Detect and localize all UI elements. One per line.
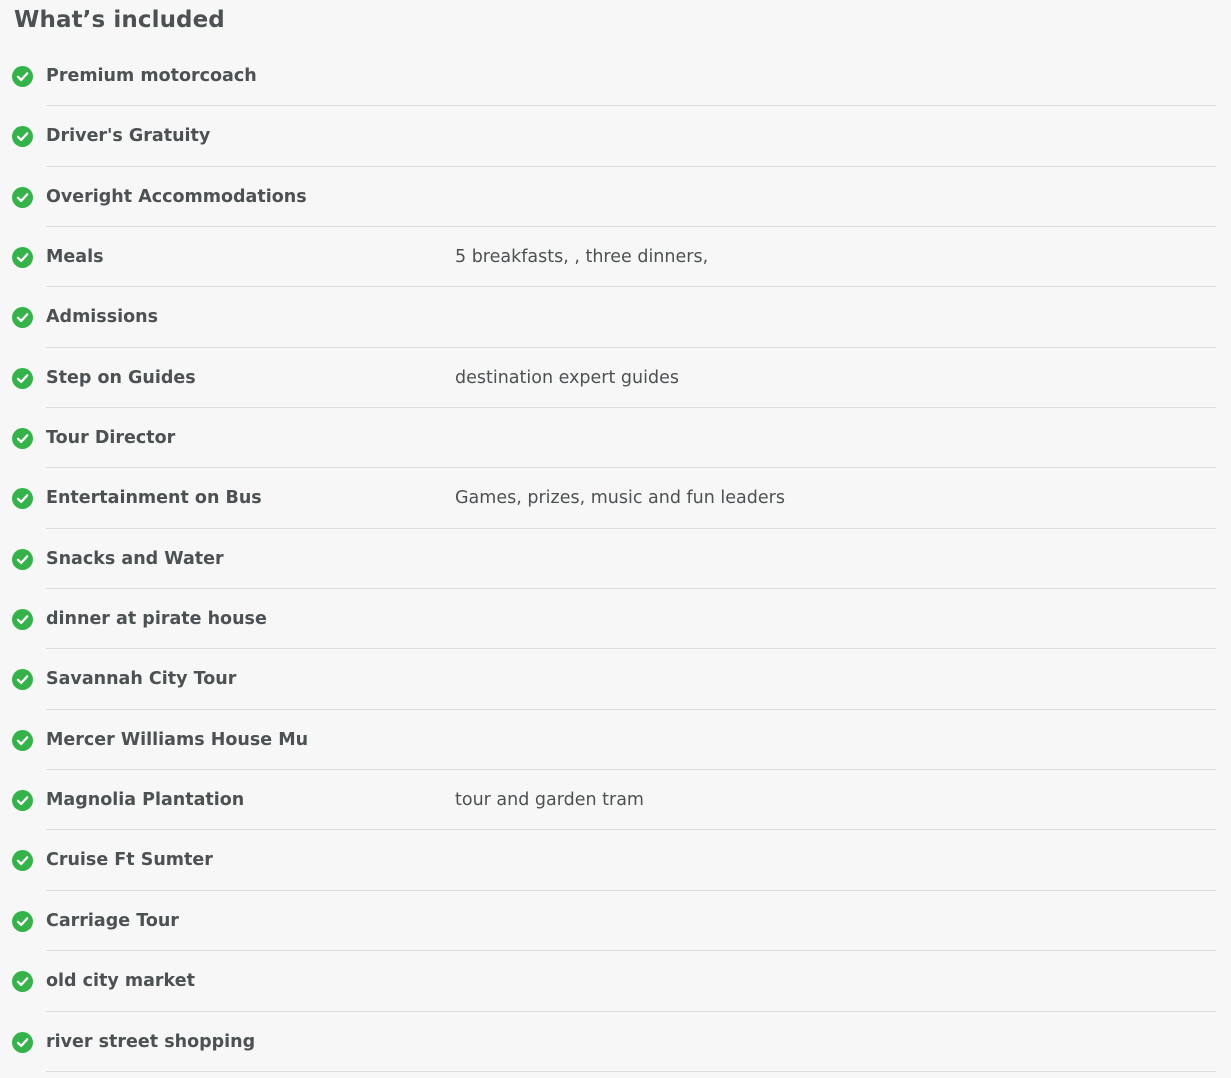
item-label: dinner at pirate house: [46, 609, 267, 630]
check-circle-icon: [12, 669, 33, 691]
row-divider: [46, 1070, 1216, 1072]
item-label: Admissions: [46, 307, 159, 328]
item-label: Tour Director: [46, 428, 176, 449]
check-circle-icon: [12, 790, 33, 812]
included-section: What’s included Premium motorcoach Drive…: [0, 0, 1231, 1078]
check-circle-icon: [12, 247, 33, 269]
included-list: Premium motorcoach Driver's Gratuity Ove…: [0, 46, 1231, 1072]
included-item: Magnolia Plantation tour and garden tram: [0, 770, 1231, 831]
included-item: Mercer Williams House Mu: [0, 710, 1231, 771]
item-label: Step on Guides: [46, 367, 196, 388]
item-label: Mercer Williams House Mu: [46, 729, 309, 750]
included-item: dinner at pirate house: [0, 589, 1231, 650]
included-item: old city market: [0, 951, 1231, 1012]
item-detail: 5 breakfasts, , three dinners,: [455, 247, 709, 268]
check-circle-icon: [12, 971, 33, 993]
check-circle-icon: [12, 609, 33, 631]
check-circle-icon: [12, 66, 33, 87]
included-item: Carriage Tour: [0, 891, 1231, 952]
check-circle-icon: [12, 307, 33, 329]
included-item: Cruise Ft Sumter: [0, 830, 1231, 891]
included-item: Entertainment on Bus Games, prizes, musi…: [0, 468, 1231, 529]
item-label: Entertainment on Bus: [46, 488, 262, 509]
check-circle-icon: [12, 186, 33, 208]
check-circle-icon: [12, 729, 33, 751]
section-title: What’s included: [14, 7, 225, 33]
check-circle-icon: [12, 1031, 33, 1053]
check-circle-icon: [12, 910, 33, 932]
item-detail: destination expert guides: [455, 367, 679, 388]
item-label: old city market: [46, 971, 195, 992]
included-item: Meals 5 breakfasts, , three dinners,: [0, 227, 1231, 288]
item-label: Magnolia Plantation: [46, 790, 245, 811]
item-label: Cruise Ft Sumter: [46, 850, 213, 871]
included-item: Snacks and Water: [0, 529, 1231, 590]
item-label: Snacks and Water: [46, 548, 224, 569]
item-detail: tour and garden tram: [455, 790, 644, 811]
item-label: Savannah City Tour: [46, 669, 237, 690]
included-item: Tour Director: [0, 408, 1231, 469]
check-circle-icon: [12, 126, 33, 148]
included-item: Overight Accommodations: [0, 167, 1231, 228]
included-item: Savannah City Tour: [0, 649, 1231, 710]
check-circle-icon: [12, 548, 33, 570]
check-circle-icon: [12, 850, 33, 872]
item-label: Premium motorcoach: [46, 66, 257, 86]
included-item: Premium motorcoach: [0, 46, 1231, 107]
item-label: river street shopping: [46, 1031, 256, 1052]
check-circle-icon: [12, 488, 33, 510]
item-label: Carriage Tour: [46, 910, 179, 931]
included-item: river street shopping: [0, 1012, 1231, 1072]
item-label: Meals: [46, 247, 104, 268]
included-item: Step on Guides destination expert guides: [0, 348, 1231, 409]
included-item: Admissions: [0, 287, 1231, 348]
check-circle-icon: [12, 428, 33, 450]
check-circle-icon: [12, 367, 33, 389]
item-label: Overight Accommodations: [46, 186, 307, 207]
included-item: Driver's Gratuity: [0, 106, 1231, 167]
item-detail: Games, prizes, music and fun leaders: [455, 488, 785, 509]
item-label: Driver's Gratuity: [46, 126, 211, 147]
